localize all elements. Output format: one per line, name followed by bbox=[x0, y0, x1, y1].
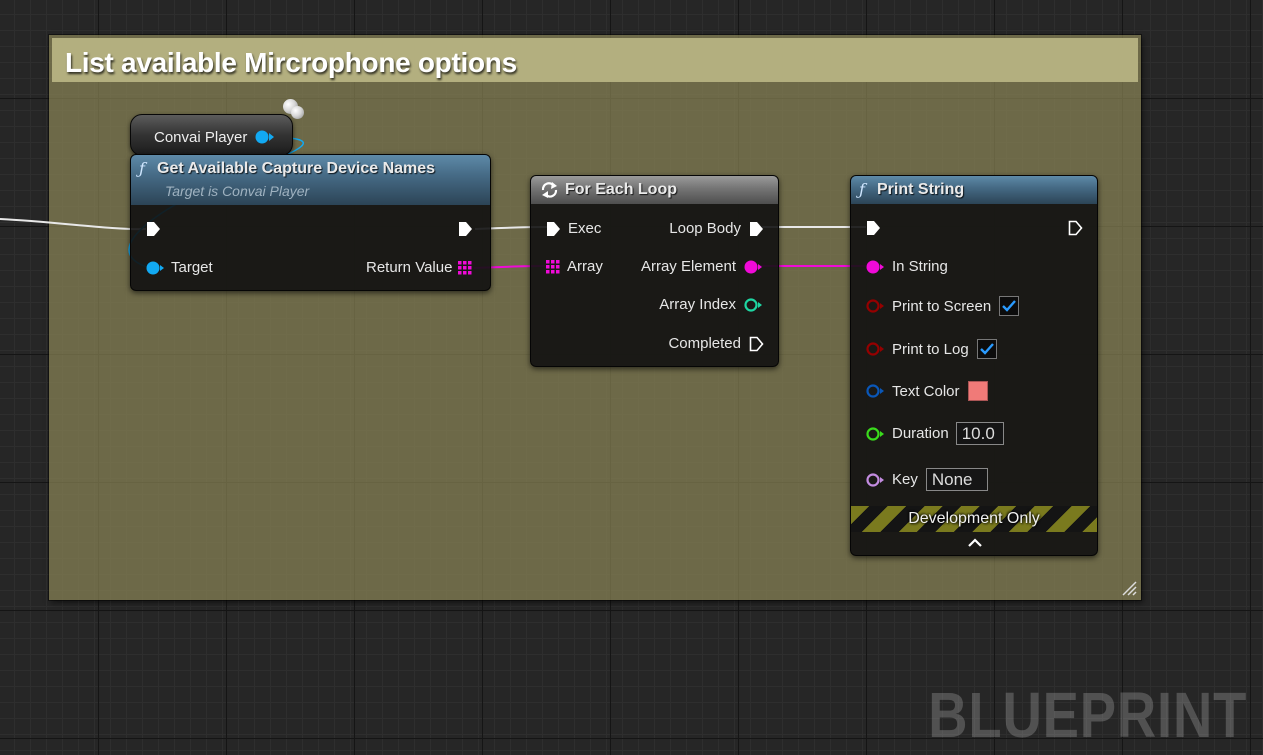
key-pin[interactable]: Key None bbox=[866, 468, 988, 491]
pin-label: In String bbox=[892, 258, 948, 275]
object-pin-icon[interactable] bbox=[146, 261, 166, 275]
array-element-output-pin[interactable]: Array Element bbox=[641, 258, 764, 275]
node-header[interactable]: ƒ Print String bbox=[851, 176, 1097, 204]
comment-title[interactable]: List available Mircrophone options bbox=[65, 47, 517, 79]
duration-input[interactable]: 10.0 bbox=[955, 422, 1004, 445]
node-title: For Each Loop bbox=[565, 181, 677, 198]
print-string-node[interactable]: ƒ Print String In String Print to Screen… bbox=[850, 175, 1098, 556]
pin-label: Return Value bbox=[366, 259, 453, 276]
exec-pin-outline-icon[interactable] bbox=[1068, 220, 1083, 236]
text-color-swatch[interactable] bbox=[967, 381, 988, 401]
variable-label: Convai Player bbox=[154, 129, 248, 146]
array-pin-icon[interactable] bbox=[546, 259, 560, 274]
exec-input-pin[interactable] bbox=[866, 220, 881, 236]
exec-pin-icon[interactable] bbox=[146, 221, 161, 237]
bool-pin-icon[interactable] bbox=[866, 299, 886, 313]
pin-label: Text Color bbox=[892, 382, 960, 400]
exec-input-pin[interactable] bbox=[146, 221, 161, 237]
name-pin-icon[interactable] bbox=[866, 472, 886, 487]
convai-player-variable-node[interactable]: Convai Player bbox=[130, 114, 293, 156]
node-header[interactable]: ƒ Get Available Capture Device Names Tar… bbox=[131, 155, 490, 205]
for-each-loop-node[interactable]: For Each Loop Exec Array Loop Body Array… bbox=[530, 175, 779, 367]
node-subtitle: Target is Convai Player bbox=[165, 183, 310, 199]
chevron-up-icon[interactable] bbox=[968, 538, 982, 547]
struct-pin-icon[interactable] bbox=[866, 384, 886, 398]
development-only-label: Development Only bbox=[908, 510, 1040, 527]
function-icon: ƒ bbox=[859, 180, 865, 199]
print-to-log-pin[interactable]: Print to Log bbox=[866, 339, 997, 359]
target-input-pin[interactable]: Target bbox=[146, 259, 213, 276]
exec-pin-icon[interactable] bbox=[546, 221, 561, 237]
development-only-banner: Development Only bbox=[851, 506, 1097, 532]
exec-pin-icon[interactable] bbox=[866, 220, 881, 236]
node-title: Get Available Capture Device Names bbox=[157, 160, 436, 177]
pin-label: Print to Log bbox=[892, 340, 969, 358]
pin-label: Array Index bbox=[659, 296, 736, 313]
comment-header[interactable]: List available Mircrophone options bbox=[52, 38, 1138, 82]
string-pin-icon[interactable] bbox=[744, 260, 764, 274]
blueprint-watermark: BLUEPRINT bbox=[928, 679, 1247, 751]
exec-pin-icon[interactable] bbox=[458, 221, 473, 237]
pin-label: Completed bbox=[668, 335, 741, 352]
float-pin-icon[interactable] bbox=[866, 426, 886, 441]
print-to-screen-pin[interactable]: Print to Screen bbox=[866, 296, 1020, 316]
function-icon: ƒ bbox=[139, 159, 145, 178]
exec-output-pin[interactable] bbox=[1068, 220, 1083, 236]
print-to-log-checkbox[interactable] bbox=[976, 339, 997, 359]
string-pin-icon[interactable] bbox=[866, 260, 886, 274]
loop-icon bbox=[541, 182, 558, 198]
pin-label: Array bbox=[567, 258, 603, 275]
exec-output-pin[interactable] bbox=[458, 221, 473, 237]
key-input[interactable]: None bbox=[925, 468, 988, 491]
exec-input-pin[interactable]: Exec bbox=[546, 220, 601, 237]
pin-label: Array Element bbox=[640, 258, 736, 275]
text-color-pin[interactable]: Text Color bbox=[866, 381, 988, 401]
pin-label: Target bbox=[171, 259, 213, 276]
pin-label: Key bbox=[892, 471, 918, 488]
loop-body-output-pin[interactable]: Loop Body bbox=[669, 220, 764, 237]
array-input-pin[interactable]: Array bbox=[546, 258, 603, 275]
pin-label: Loop Body bbox=[669, 220, 741, 237]
print-to-screen-checkbox[interactable] bbox=[999, 296, 1020, 316]
get-capture-devices-node[interactable]: ƒ Get Available Capture Device Names Tar… bbox=[130, 154, 491, 291]
resize-grip-icon[interactable] bbox=[1121, 580, 1137, 596]
pin-label: Exec bbox=[568, 220, 602, 237]
int-pin-icon[interactable] bbox=[744, 297, 764, 312]
array-pin-icon[interactable] bbox=[458, 260, 472, 275]
pin-label: Duration bbox=[892, 425, 949, 442]
spawn-sphere-icon bbox=[291, 106, 304, 119]
return-value-output-pin[interactable]: Return Value bbox=[366, 259, 472, 276]
checkmark-icon bbox=[1002, 300, 1017, 312]
duration-pin[interactable]: Duration 10.0 bbox=[866, 422, 1004, 445]
in-string-input-pin[interactable]: In String bbox=[866, 258, 948, 275]
exec-pin-icon[interactable] bbox=[749, 221, 764, 237]
bool-pin-icon[interactable] bbox=[866, 342, 886, 356]
checkmark-icon bbox=[979, 343, 994, 355]
node-header[interactable]: For Each Loop bbox=[531, 176, 778, 204]
pin-label: Print to Screen bbox=[892, 297, 992, 315]
array-index-output-pin[interactable]: Array Index bbox=[659, 296, 764, 313]
node-title: Print String bbox=[877, 181, 965, 198]
object-output-pin-icon[interactable] bbox=[255, 130, 275, 144]
exec-pin-outline-icon[interactable] bbox=[749, 336, 764, 352]
completed-output-pin[interactable]: Completed bbox=[668, 335, 764, 352]
